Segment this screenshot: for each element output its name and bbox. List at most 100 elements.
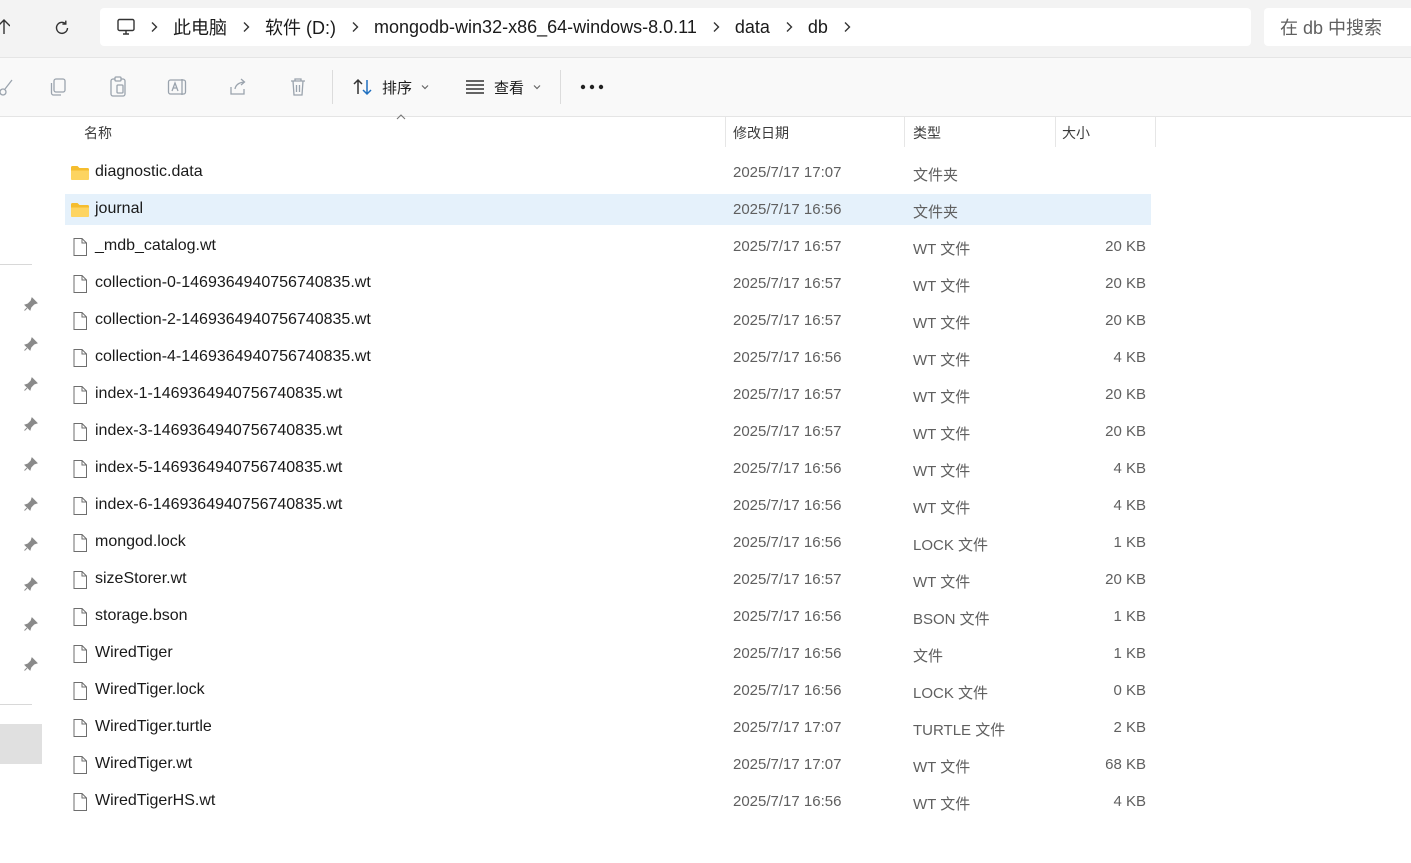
- share-icon[interactable]: [225, 74, 251, 100]
- file-row[interactable]: WiredTiger.wt 2025/7/17 17:07 WT 文件 68 KB: [65, 749, 1151, 780]
- file-row[interactable]: WiredTiger 2025/7/17 16:56 文件 1 KB: [65, 638, 1151, 669]
- pin-icon[interactable]: [23, 616, 39, 632]
- chevron-right-icon[interactable]: [699, 21, 733, 33]
- file-row[interactable]: _mdb_catalog.wt 2025/7/17 16:57 WT 文件 20 KB: [65, 231, 1151, 262]
- refresh-button[interactable]: [48, 14, 76, 42]
- breadcrumb-data[interactable]: data: [733, 17, 772, 38]
- paste-icon[interactable]: [105, 74, 131, 100]
- column-header-modified[interactable]: 修改日期: [733, 123, 789, 143]
- command-bar: 排序 查看: [0, 58, 1411, 117]
- file-type: 文件: [913, 648, 944, 665]
- file-icon: [70, 533, 90, 553]
- file-size: 20 KB: [1105, 423, 1146, 440]
- file-row[interactable]: sizeStorer.wt 2025/7/17 16:57 WT 文件 20 KB: [65, 564, 1151, 595]
- column-header-name[interactable]: 名称: [84, 123, 112, 143]
- breadcrumb-mongodb-folder[interactable]: mongodb-win32-x86_64-windows-8.0.11: [372, 17, 699, 38]
- file-icon: [70, 644, 90, 664]
- folder-icon: [70, 200, 90, 220]
- chevron-right-icon[interactable]: [338, 21, 372, 33]
- column-header-type[interactable]: 类型: [913, 123, 941, 143]
- more-options-button[interactable]: [578, 74, 606, 100]
- file-name: storage.bson: [95, 607, 188, 624]
- file-type: WT 文件: [913, 278, 971, 295]
- file-name: index-1-1469364940756740835.wt: [95, 385, 343, 402]
- pin-icon[interactable]: [23, 336, 39, 352]
- file-icon: [70, 718, 90, 738]
- chevron-right-icon[interactable]: [830, 21, 864, 33]
- pin-icon[interactable]: [23, 456, 39, 472]
- chevron-right-icon[interactable]: [137, 21, 171, 33]
- pin-icon[interactable]: [23, 656, 39, 672]
- column-headers: 名称 修改日期 类型 大小: [46, 114, 1156, 147]
- file-icon: [70, 348, 90, 368]
- up-arrow-icon[interactable]: [0, 14, 10, 38]
- address-toolbar: 此电脑 软件 (D:) mongodb-win32-x86_64-windows…: [0, 0, 1411, 58]
- file-size: 4 KB: [1113, 349, 1146, 366]
- file-name: collection-4-1469364940756740835.wt: [95, 348, 371, 365]
- file-modified-date: 2025/7/17 16:57: [733, 238, 842, 255]
- file-row[interactable]: collection-4-1469364940756740835.wt 2025/…: [65, 342, 1151, 373]
- file-row[interactable]: WiredTiger.turtle 2025/7/17 17:07 TURTLE 文…: [65, 712, 1151, 743]
- file-name: mongod.lock: [95, 533, 186, 550]
- column-divider[interactable]: [725, 117, 726, 147]
- file-name: WiredTiger: [95, 644, 173, 661]
- file-modified-date: 2025/7/17 16:56: [733, 608, 842, 625]
- column-divider[interactable]: [904, 117, 905, 147]
- file-name: WiredTiger.turtle: [95, 718, 212, 735]
- chevron-right-icon[interactable]: [229, 21, 263, 33]
- file-type: TURTLE 文件: [913, 722, 1006, 739]
- file-row[interactable]: index-1-1469364940756740835.wt 2025/7/17 …: [65, 379, 1151, 410]
- file-name: index-5-1469364940756740835.wt: [95, 459, 343, 476]
- file-row[interactable]: mongod.lock 2025/7/17 16:56 LOCK 文件 1 KB: [65, 527, 1151, 558]
- file-row[interactable]: diagnostic.data 2025/7/17 17:07 文件夹: [65, 157, 1151, 188]
- pin-icon[interactable]: [23, 416, 39, 432]
- address-bar[interactable]: 此电脑 软件 (D:) mongodb-win32-x86_64-windows…: [100, 8, 1251, 46]
- pin-icon[interactable]: [23, 296, 39, 312]
- file-row[interactable]: index-6-1469364940756740835.wt 2025/7/17 …: [65, 490, 1151, 521]
- file-type: WT 文件: [913, 574, 971, 591]
- file-row[interactable]: collection-0-1469364940756740835.wt 2025/…: [65, 268, 1151, 299]
- file-type: WT 文件: [913, 241, 971, 258]
- delete-icon[interactable]: [285, 74, 311, 100]
- pin-icon[interactable]: [23, 576, 39, 592]
- toolbar-divider: [332, 70, 333, 104]
- breadcrumb-drive-d[interactable]: 软件 (D:): [263, 14, 338, 40]
- rename-icon[interactable]: [165, 74, 191, 100]
- search-box[interactable]: 在 db 中搜索: [1264, 8, 1411, 46]
- file-size: 20 KB: [1105, 312, 1146, 329]
- column-header-size[interactable]: 大小: [1062, 123, 1090, 143]
- view-button[interactable]: 查看: [458, 71, 548, 103]
- pin-icon[interactable]: [23, 376, 39, 392]
- nav-divider: [0, 264, 32, 265]
- nav-item-selected[interactable]: [0, 724, 42, 764]
- column-divider[interactable]: [1055, 117, 1056, 147]
- chevron-right-icon[interactable]: [772, 21, 806, 33]
- file-row[interactable]: journal 2025/7/17 16:56 文件夹: [65, 194, 1151, 225]
- pin-icon[interactable]: [23, 496, 39, 512]
- file-row[interactable]: index-5-1469364940756740835.wt 2025/7/17 …: [65, 453, 1151, 484]
- file-row[interactable]: collection-2-1469364940756740835.wt 2025/…: [65, 305, 1151, 336]
- file-row[interactable]: index-3-1469364940756740835.wt 2025/7/17 …: [65, 416, 1151, 447]
- file-name: journal: [95, 200, 144, 217]
- file-modified-date: 2025/7/17 16:57: [733, 423, 842, 440]
- file-icon: [70, 607, 90, 627]
- cut-icon[interactable]: [0, 74, 18, 100]
- sort-button[interactable]: 排序: [346, 71, 436, 103]
- file-icon: [70, 755, 90, 775]
- file-name: WiredTigerHS.wt: [95, 792, 216, 809]
- file-size: 20 KB: [1105, 386, 1146, 403]
- file-name: index-6-1469364940756740835.wt: [95, 496, 343, 513]
- breadcrumb-this-pc[interactable]: 此电脑: [171, 14, 229, 40]
- nav-divider: [0, 704, 32, 705]
- file-row[interactable]: WiredTigerHS.wt 2025/7/17 16:56 WT 文件 4 KB: [65, 786, 1151, 817]
- pin-icon[interactable]: [23, 536, 39, 552]
- this-pc-icon: [115, 16, 137, 38]
- file-row[interactable]: storage.bson 2025/7/17 16:56 BSON 文件 1 KB: [65, 601, 1151, 632]
- file-modified-date: 2025/7/17 16:56: [733, 349, 842, 366]
- toolbar-divider: [560, 70, 561, 104]
- column-divider[interactable]: [1155, 117, 1156, 147]
- file-modified-date: 2025/7/17 16:56: [733, 645, 842, 662]
- copy-icon[interactable]: [45, 74, 71, 100]
- file-row[interactable]: WiredTiger.lock 2025/7/17 16:56 LOCK 文件 0 K…: [65, 675, 1151, 706]
- breadcrumb-db[interactable]: db: [806, 17, 830, 38]
